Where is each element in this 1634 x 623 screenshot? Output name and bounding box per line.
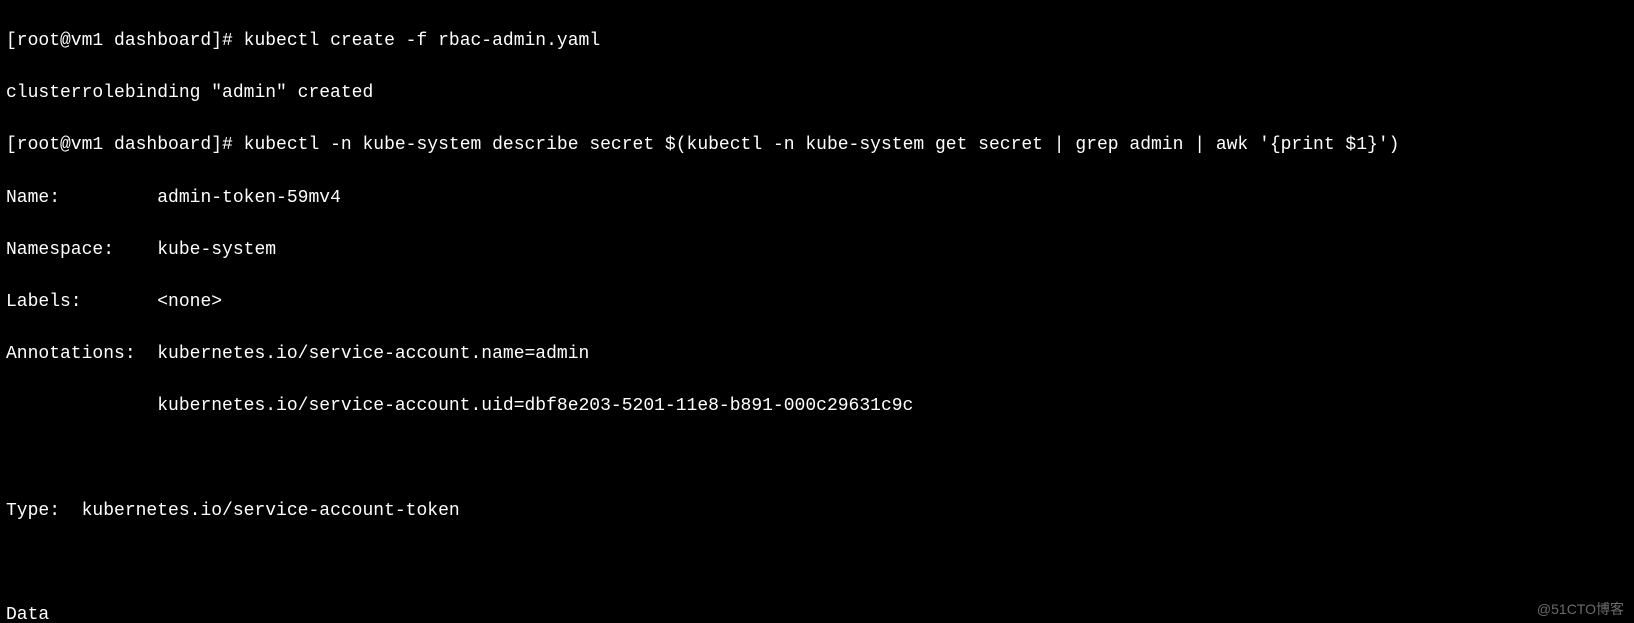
- shell-prompt: [root@vm1 dashboard]#: [6, 31, 233, 51]
- field-value: <none>: [157, 292, 222, 312]
- shell-prompt: [root@vm1 dashboard]#: [6, 135, 233, 155]
- field-value: kube-system: [157, 240, 276, 260]
- watermark-text: @51CTO博客: [1537, 599, 1624, 619]
- field-label: Name:: [6, 188, 60, 208]
- field-label: Type:: [6, 501, 60, 521]
- output-line: clusterrolebinding "admin" created: [6, 80, 1628, 106]
- field-label: Labels:: [6, 292, 82, 312]
- field-value: kubernetes.io/service-account.uid=dbf8e2…: [157, 396, 913, 416]
- field-value: kubernetes.io/service-account-token: [82, 501, 460, 521]
- data-header: Data: [6, 602, 1628, 623]
- terminal-output[interactable]: [root@vm1 dashboard]# kubectl create -f …: [0, 0, 1634, 623]
- field-label: Namespace:: [6, 240, 114, 260]
- field-value: kubernetes.io/service-account.name=admin: [157, 344, 589, 364]
- command-text: kubectl create -f rbac-admin.yaml: [244, 31, 600, 51]
- field-label: Annotations:: [6, 344, 136, 364]
- command-text: kubectl -n kube-system describe secret $…: [244, 135, 1400, 155]
- field-value: admin-token-59mv4: [157, 188, 341, 208]
